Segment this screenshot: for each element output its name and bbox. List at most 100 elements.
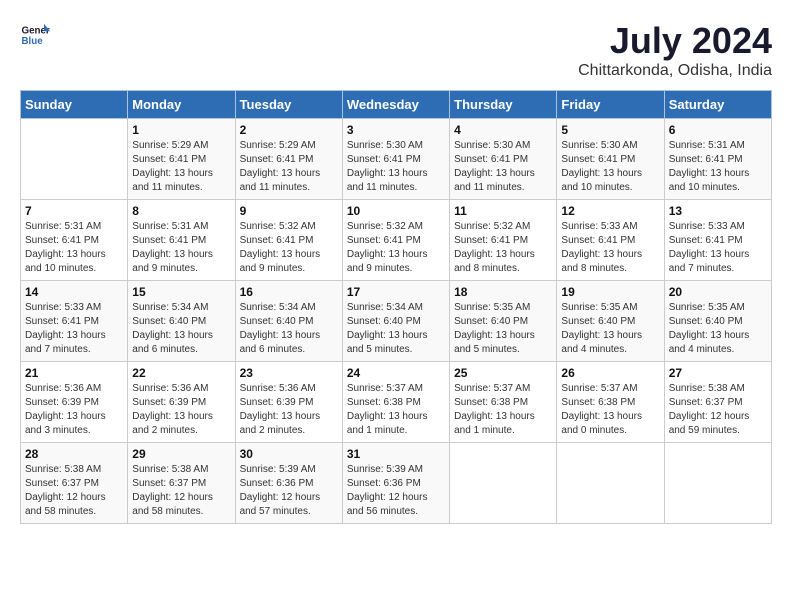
day-cell: 27Sunrise: 5:38 AMSunset: 6:37 PMDayligh… — [664, 362, 771, 443]
day-number: 13 — [669, 204, 767, 218]
day-info: Sunrise: 5:35 AMSunset: 6:40 PMDaylight:… — [669, 301, 767, 357]
svg-text:Blue: Blue — [22, 36, 44, 47]
day-info: Sunrise: 5:33 AMSunset: 6:41 PMDaylight:… — [25, 301, 123, 357]
day-info: Sunrise: 5:35 AMSunset: 6:40 PMDaylight:… — [454, 301, 552, 357]
day-info: Sunrise: 5:36 AMSunset: 6:39 PMDaylight:… — [132, 382, 230, 438]
day-info: Sunrise: 5:38 AMSunset: 6:37 PMDaylight:… — [25, 463, 123, 519]
day-cell: 26 Sunrise: 5:37 AMSunset: 6:38 PMDayligh… — [557, 362, 664, 443]
col-wednesday: Wednesday — [342, 91, 449, 119]
day-info: Sunrise: 5:29 AMSunset: 6:41 PMDaylight:… — [132, 139, 230, 195]
day-cell: 16 Sunrise: 5:34 AMSunset: 6:40 PMDayligh… — [235, 281, 342, 362]
day-cell: 15 Sunrise: 5:34 AMSunset: 6:40 PMDayligh… — [128, 281, 235, 362]
day-info: Sunrise: 5:30 AMSunset: 6:41 PMDaylight:… — [454, 139, 552, 195]
day-cell: 7 Sunrise: 5:31 AMSunset: 6:41 PMDaylight… — [21, 200, 128, 281]
day-number: 27 — [669, 366, 767, 380]
day-number: 28 — [25, 447, 123, 461]
day-cell: 17 Sunrise: 5:34 AMSunset: 6:40 PMDayligh… — [342, 281, 449, 362]
day-info: Sunrise: 5:32 AMSunset: 6:41 PMDaylight:… — [240, 220, 338, 276]
day-info: Sunrise: 5:37 AMSunset: 6:38 PMDaylight:… — [561, 382, 659, 438]
day-number: 26 — [561, 366, 659, 380]
day-cell: 8Sunrise: 5:31 AMSunset: 6:41 PMDaylight… — [128, 200, 235, 281]
day-info: Sunrise: 5:37 AMSunset: 6:38 PMDaylight:… — [347, 382, 445, 438]
day-number: 3 — [347, 123, 445, 137]
day-cell: 18 Sunrise: 5:35 AMSunset: 6:40 PMDayligh… — [450, 281, 557, 362]
day-info: Sunrise: 5:34 AMSunset: 6:40 PMDaylight:… — [132, 301, 230, 357]
day-number: 12 — [561, 204, 659, 218]
day-cell: 21Sunrise: 5:36 AMSunset: 6:39 PMDayligh… — [21, 362, 128, 443]
day-number: 24 — [347, 366, 445, 380]
day-cell — [450, 443, 557, 524]
day-number: 17 — [347, 285, 445, 299]
day-number: 10 — [347, 204, 445, 218]
day-number: 25 — [454, 366, 552, 380]
col-friday: Friday — [557, 91, 664, 119]
day-info: Sunrise: 5:29 AMSunset: 6:41 PMDaylight:… — [240, 139, 338, 195]
day-info: Sunrise: 5:39 AMSunset: 6:36 PMDaylight:… — [240, 463, 338, 519]
day-cell: 10 Sunrise: 5:32 AMSunset: 6:41 PMDayligh… — [342, 200, 449, 281]
day-info: Sunrise: 5:36 AMSunset: 6:39 PMDaylight:… — [25, 382, 123, 438]
day-info: Sunrise: 5:36 AMSunset: 6:39 PMDaylight:… — [240, 382, 338, 438]
day-info: Sunrise: 5:30 AMSunset: 6:41 PMDaylight:… — [347, 139, 445, 195]
day-cell — [664, 443, 771, 524]
day-cell: 25Sunrise: 5:37 AMSunset: 6:38 PMDayligh… — [450, 362, 557, 443]
day-cell: 24 Sunrise: 5:37 AMSunset: 6:38 PMDayligh… — [342, 362, 449, 443]
day-info: Sunrise: 5:33 AMSunset: 6:41 PMDaylight:… — [669, 220, 767, 276]
day-number: 7 — [25, 204, 123, 218]
day-info: Sunrise: 5:30 AMSunset: 6:41 PMDaylight:… — [561, 139, 659, 195]
calendar-table: Sunday Monday Tuesday Wednesday Thursday… — [20, 90, 772, 524]
col-saturday: Saturday — [664, 91, 771, 119]
day-cell: 19 Sunrise: 5:35 AMSunset: 6:40 PMDayligh… — [557, 281, 664, 362]
day-cell: 29Sunrise: 5:38 AMSunset: 6:37 PMDayligh… — [128, 443, 235, 524]
day-cell: 9Sunrise: 5:32 AMSunset: 6:41 PMDaylight… — [235, 200, 342, 281]
week-row-2: 7 Sunrise: 5:31 AMSunset: 6:41 PMDaylight… — [21, 200, 772, 281]
day-number: 5 — [561, 123, 659, 137]
header-row: Sunday Monday Tuesday Wednesday Thursday… — [21, 91, 772, 119]
day-info: Sunrise: 5:33 AMSunset: 6:41 PMDaylight:… — [561, 220, 659, 276]
day-cell — [557, 443, 664, 524]
day-info: Sunrise: 5:34 AMSunset: 6:40 PMDaylight:… — [240, 301, 338, 357]
week-row-3: 14 Sunrise: 5:33 AMSunset: 6:41 PMDayligh… — [21, 281, 772, 362]
day-number: 19 — [561, 285, 659, 299]
day-number: 4 — [454, 123, 552, 137]
day-number: 20 — [669, 285, 767, 299]
day-number: 22 — [132, 366, 230, 380]
day-cell: 20 Sunrise: 5:35 AMSunset: 6:40 PMDayligh… — [664, 281, 771, 362]
day-cell: 13 Sunrise: 5:33 AMSunset: 6:41 PMDayligh… — [664, 200, 771, 281]
day-info: Sunrise: 5:32 AMSunset: 6:41 PMDaylight:… — [454, 220, 552, 276]
day-cell: 11 Sunrise: 5:32 AMSunset: 6:41 PMDayligh… — [450, 200, 557, 281]
day-info: Sunrise: 5:31 AMSunset: 6:41 PMDaylight:… — [132, 220, 230, 276]
col-monday: Monday — [128, 91, 235, 119]
day-cell: 30 Sunrise: 5:39 AMSunset: 6:36 PMDayligh… — [235, 443, 342, 524]
day-info: Sunrise: 5:31 AMSunset: 6:41 PMDaylight:… — [25, 220, 123, 276]
day-info: Sunrise: 5:32 AMSunset: 6:41 PMDaylight:… — [347, 220, 445, 276]
day-number: 1 — [132, 123, 230, 137]
day-number: 29 — [132, 447, 230, 461]
col-tuesday: Tuesday — [235, 91, 342, 119]
col-sunday: Sunday — [21, 91, 128, 119]
day-cell: 1 Sunrise: 5:29 AMSunset: 6:41 PMDaylight… — [128, 119, 235, 200]
logo: General Blue — [20, 20, 50, 50]
day-cell: 12 Sunrise: 5:33 AMSunset: 6:41 PMDayligh… — [557, 200, 664, 281]
day-info: Sunrise: 5:34 AMSunset: 6:40 PMDaylight:… — [347, 301, 445, 357]
day-cell: 14 Sunrise: 5:33 AMSunset: 6:41 PMDayligh… — [21, 281, 128, 362]
day-cell: 3 Sunrise: 5:30 AMSunset: 6:41 PMDaylight… — [342, 119, 449, 200]
day-number: 15 — [132, 285, 230, 299]
day-number: 14 — [25, 285, 123, 299]
day-info: Sunrise: 5:35 AMSunset: 6:40 PMDaylight:… — [561, 301, 659, 357]
subtitle: Chittarkonda, Odisha, India — [578, 62, 772, 80]
day-cell: 2Sunrise: 5:29 AMSunset: 6:41 PMDaylight… — [235, 119, 342, 200]
day-cell: 4 Sunrise: 5:30 AMSunset: 6:41 PMDaylight… — [450, 119, 557, 200]
day-number: 31 — [347, 447, 445, 461]
logo-icon: General Blue — [20, 20, 50, 50]
page-header: General Blue July 2024 Chittarkonda, Odi… — [20, 20, 772, 80]
week-row-1: 1 Sunrise: 5:29 AMSunset: 6:41 PMDaylight… — [21, 119, 772, 200]
day-number: 30 — [240, 447, 338, 461]
week-row-5: 28 Sunrise: 5:38 AMSunset: 6:37 PMDayligh… — [21, 443, 772, 524]
day-number: 16 — [240, 285, 338, 299]
day-cell: 31Sunrise: 5:39 AMSunset: 6:36 PMDayligh… — [342, 443, 449, 524]
day-number: 18 — [454, 285, 552, 299]
day-cell: 5 Sunrise: 5:30 AMSunset: 6:41 PMDaylight… — [557, 119, 664, 200]
day-number: 11 — [454, 204, 552, 218]
day-number: 6 — [669, 123, 767, 137]
col-thursday: Thursday — [450, 91, 557, 119]
